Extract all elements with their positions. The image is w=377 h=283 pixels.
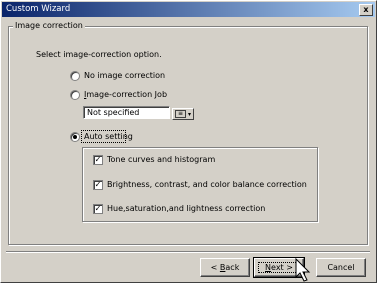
- back-rest: ack: [225, 263, 240, 272]
- close-button[interactable]: x: [359, 4, 373, 16]
- next-focus-rect: [258, 262, 300, 273]
- radio-auto-setting[interactable]: [70, 132, 80, 142]
- window-title: Custom Wizard: [6, 4, 71, 14]
- checkbox-hue-label[interactable]: Hue,saturation,and lightness correction: [107, 203, 265, 214]
- correction-job-field[interactable]: Not specified: [83, 106, 170, 119]
- list-box-icon: ≡: [175, 110, 186, 118]
- instruction-text: Select image-correction option.: [36, 50, 162, 59]
- chevron-down-icon: ▾: [187, 111, 191, 118]
- correction-job-dropdown[interactable]: ≡ ▾: [172, 108, 194, 120]
- radio-correction-job-label[interactable]: Image-correction Job: [84, 89, 167, 100]
- checkbox-brightness-label[interactable]: Brightness, contrast, and color balance …: [107, 179, 307, 190]
- job-label-rest: mage-correction Job: [86, 90, 168, 99]
- checkbox-hue[interactable]: ✓: [93, 204, 103, 214]
- cancel-button[interactable]: Cancel: [316, 258, 366, 277]
- checkbox-tone-curves[interactable]: ✓: [93, 155, 103, 165]
- separator-highlight: [6, 252, 370, 253]
- checkbox-brightness[interactable]: ✓: [93, 180, 103, 190]
- group-label: Image correction: [13, 20, 85, 32]
- title-bar[interactable]: Custom Wizard x: [2, 2, 375, 17]
- back-button[interactable]: < Back: [200, 258, 250, 277]
- checkbox-tone-curves-label[interactable]: Tone curves and histogram: [107, 154, 215, 165]
- radio-auto-setting-label[interactable]: Auto setting: [84, 131, 133, 142]
- back-prefix: <: [210, 263, 220, 272]
- radio-correction-job[interactable]: [70, 90, 80, 100]
- mouse-pointer-icon: [295, 258, 311, 282]
- radio-no-correction-label[interactable]: No image correction: [84, 70, 165, 81]
- radio-no-correction[interactable]: [70, 71, 80, 81]
